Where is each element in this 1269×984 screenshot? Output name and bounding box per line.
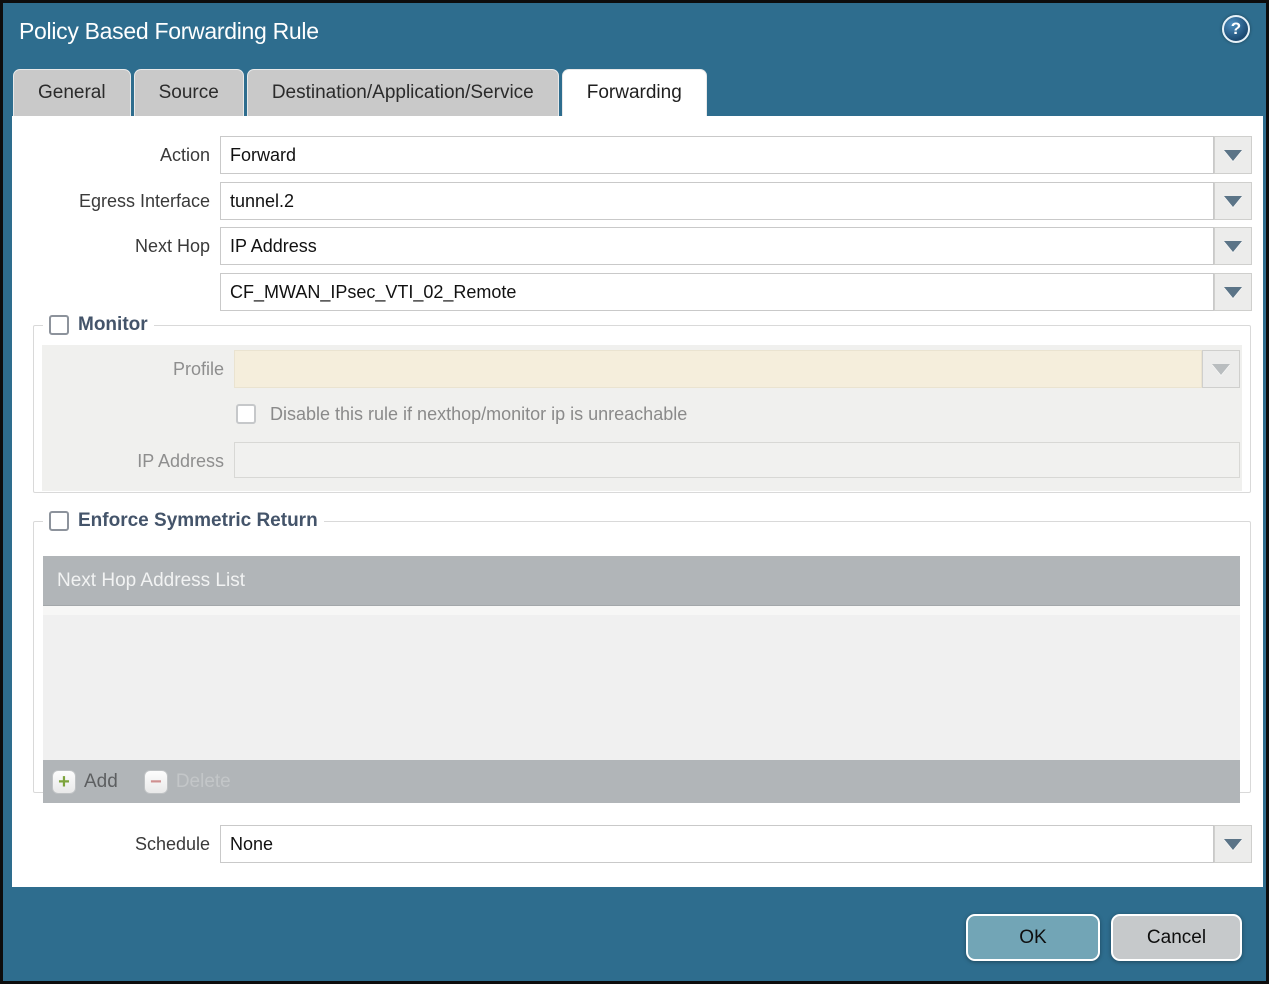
chevron-down-icon [1212, 363, 1230, 375]
ok-button-label: OK [1019, 926, 1047, 948]
chevron-down-icon [1224, 149, 1242, 161]
profile-dropdown-button [1202, 350, 1240, 388]
next-hop-address-list-toolbar: + Add − Delete [43, 760, 1240, 803]
egress-interface-dropdown-button[interactable] [1214, 182, 1252, 220]
schedule-row: Schedule None [12, 825, 1263, 863]
next-hop-address-row: CF_MWAN_IPsec_VTI_02_Remote [12, 273, 1263, 311]
enforce-symmetric-return-label: Enforce Symmetric Return [78, 510, 318, 531]
next-hop-address-list-table: Next Hop Address List + Add − Delete [43, 556, 1240, 803]
schedule-label: Schedule [134, 833, 210, 854]
chevron-down-icon [1224, 240, 1242, 252]
dialog-title: Policy Based Forwarding Rule [19, 18, 319, 44]
monitor-legend-label: Monitor [78, 314, 148, 335]
chevron-down-icon [1224, 286, 1242, 298]
next-hop-row: Next Hop IP Address [12, 227, 1263, 265]
next-hop-address-list-header: Next Hop Address List [43, 556, 1240, 606]
enforce-symmetric-return-section: Enforce Symmetric Return Next Hop Addres… [33, 510, 1251, 803]
egress-interface-value: tunnel.2 [230, 190, 295, 211]
next-hop-address-list-body [43, 606, 1240, 760]
minus-glyph: − [149, 770, 162, 793]
monitor-disabled-area: Profile Disable this rule if nexthop/mon… [42, 345, 1242, 491]
disable-rule-row: Disable this rule if nexthop/monitor ip … [236, 401, 687, 427]
action-row: Action Forward [12, 136, 1263, 174]
schedule-dropdown-button[interactable] [1214, 825, 1252, 863]
tab-destination-application-service[interactable]: Destination/Application/Service [246, 69, 559, 116]
tab-source-label: Source [158, 82, 219, 103]
monitor-checkbox[interactable] [49, 315, 69, 335]
schedule-select[interactable]: None [220, 825, 1214, 863]
next-hop-type-value: IP Address [230, 235, 317, 256]
next-hop-address-value: CF_MWAN_IPsec_VTI_02_Remote [230, 281, 517, 302]
chevron-down-icon [1224, 838, 1242, 850]
next-hop-dropdown-button[interactable] [1214, 227, 1252, 265]
next-hop-address-dropdown-button[interactable] [1214, 273, 1252, 311]
pbf-rule-dialog: { "window": { "title": "Policy Based For… [0, 0, 1269, 984]
delete-button: − Delete [143, 769, 231, 794]
monitor-ip-address-input [234, 442, 1240, 478]
action-value: Forward [230, 144, 297, 165]
schedule-value: None [230, 833, 274, 854]
cancel-button-label: Cancel [1146, 926, 1207, 948]
tab-destination-label: Destination/Application/Service [271, 82, 534, 103]
next-hop-address-list-header-label: Next Hop Address List [57, 569, 245, 591]
action-label: Action [159, 144, 210, 165]
monitor-ip-address-label: IP Address [137, 450, 224, 471]
tab-forwarding-label: Forwarding [586, 82, 682, 103]
tab-forwarding[interactable]: Forwarding [561, 69, 707, 116]
tab-general-label: General [38, 82, 106, 103]
egress-interface-select[interactable]: tunnel.2 [220, 182, 1214, 220]
cancel-button[interactable]: Cancel [1111, 914, 1242, 961]
monitor-legend: Monitor [43, 314, 154, 336]
title-bar: Policy Based Forwarding Rule ? [3, 3, 1266, 67]
add-button-label: Add [84, 770, 118, 792]
plus-glyph: + [58, 770, 70, 793]
add-icon: + [52, 769, 76, 794]
disable-rule-label: Disable this rule if nexthop/monitor ip … [270, 403, 688, 424]
delete-button-label: Delete [175, 770, 231, 792]
next-hop-address-select[interactable]: CF_MWAN_IPsec_VTI_02_Remote [220, 273, 1214, 311]
enforce-symmetric-return-checkbox[interactable] [49, 511, 69, 531]
tab-general[interactable]: General [13, 69, 131, 116]
enforce-symmetric-return-legend: Enforce Symmetric Return [43, 510, 324, 532]
next-hop-label: Next Hop [134, 235, 210, 256]
help-icon-glyph: ? [1230, 19, 1242, 38]
profile-label: Profile [172, 358, 224, 379]
egress-interface-label: Egress Interface [78, 190, 210, 211]
tab-bar: General Source Destination/Application/S… [13, 69, 707, 116]
action-select[interactable]: Forward [220, 136, 1214, 174]
add-button[interactable]: + Add [52, 769, 118, 794]
delete-icon: − [143, 769, 168, 794]
empty-row [43, 606, 1240, 615]
next-hop-type-select[interactable]: IP Address [220, 227, 1214, 265]
chevron-down-icon [1224, 195, 1242, 207]
egress-interface-row: Egress Interface tunnel.2 [12, 182, 1263, 220]
tab-source[interactable]: Source [133, 69, 244, 116]
disable-rule-checkbox [236, 404, 256, 424]
profile-select [234, 350, 1202, 388]
ok-button[interactable]: OK [966, 914, 1100, 961]
forwarding-tab-panel: Action Forward Egress Interface tunnel.2… [12, 116, 1263, 887]
action-dropdown-button[interactable] [1214, 136, 1252, 174]
monitor-section: Monitor Profile Disable this rule if nex… [33, 314, 1251, 493]
help-icon[interactable]: ? [1222, 15, 1250, 43]
